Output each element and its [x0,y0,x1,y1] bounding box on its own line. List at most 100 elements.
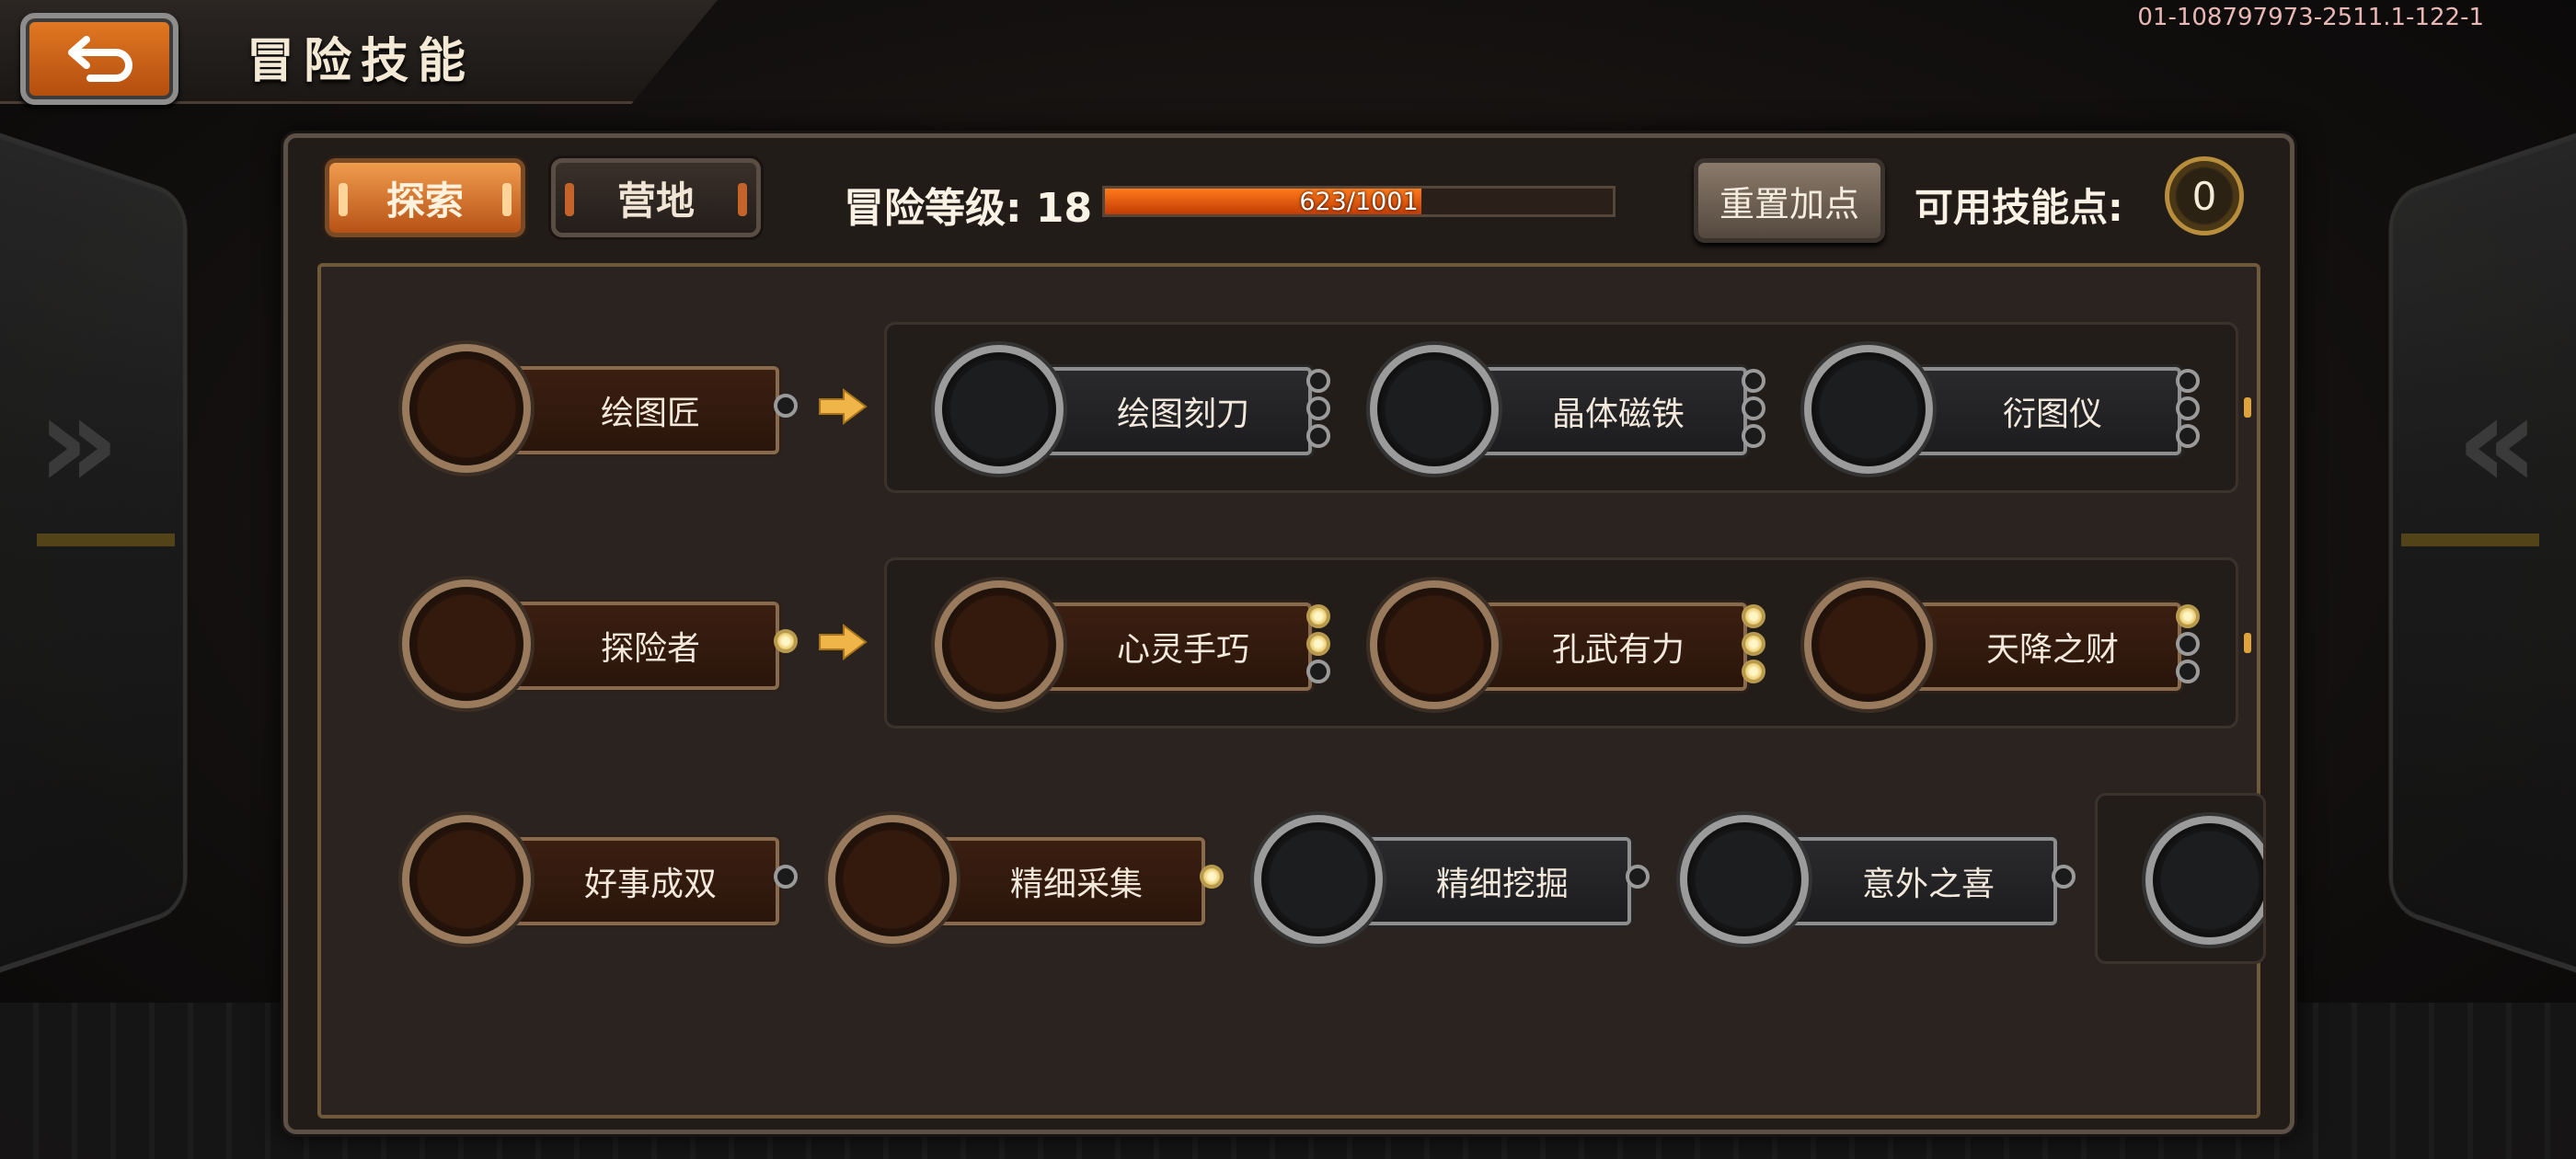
skill-branch-group-1: 绘图刻刀 晶体磁铁 衍图仪 [884,322,2238,493]
background-stripe-left [37,534,175,546]
skill-name-plate: 晶体磁铁 [1471,367,1747,455]
version-text: 01-108797973-2511.1-122-1 [2137,4,2484,31]
skill-node-mighty[interactable]: 孔武有力 [1370,580,1765,709]
skill-dot-filled [1306,632,1330,656]
page-title: 冒险技能 [247,34,476,89]
skill-icon-slot [2145,816,2263,945]
skill-dot-empty [774,394,798,418]
skill-node-fine-gathering[interactable]: 精细采集 [828,815,1224,944]
skill-level-dots [1306,604,1330,683]
right-arrow-icon [819,624,868,660]
skill-dot-empty [2176,396,2200,420]
tab-explore[interactable]: 探索 [325,158,525,237]
right-arrow-icon [819,388,868,425]
scroll-edge-marker [2244,397,2251,418]
skill-icon-slot [1680,815,1809,944]
skill-level-dots [2176,604,2200,683]
skill-level-dots [774,629,798,653]
skill-node-offscreen[interactable] [2145,816,2263,945]
skill-level-dots [2176,369,2200,448]
skill-node-double-luck[interactable]: 好事成双 [402,815,798,944]
skill-name-plate: 绘图匠 [503,366,779,454]
skill-dot-filled [1742,604,1765,628]
skill-tree-area: 绘图匠 绘图刻刀 晶体磁铁 衍图仪 探险者 心灵手巧 孔武有力 天降之财 好事成… [317,263,2266,1119]
skill-node-engraving-knife[interactable]: 绘图刻刀 [935,345,1330,474]
background-chevron-right: « [2455,368,2539,518]
background-right-door [2388,107,2576,999]
skill-dot-empty [1626,865,1650,889]
skill-icon-slot [1370,345,1499,474]
skill-dot-filled [1306,604,1330,628]
skill-dot-filled [2176,604,2200,628]
return-arrow-icon [68,36,132,82]
skill-node-explorer[interactable]: 探险者 [402,580,798,708]
available-points-value: 0 [2165,156,2244,235]
skill-level-dots [774,394,798,418]
skill-dot-filled [1742,632,1765,656]
skill-name-plate: 绘图刻刀 [1036,367,1312,455]
skill-name-plate: 天降之财 [1905,602,2181,691]
tab-camp[interactable]: 营地 [551,158,761,237]
skill-dot-empty [1742,369,1765,393]
background-chevron-left: » [37,368,121,518]
available-points-label: 可用技能点: [1915,185,2123,230]
skill-dot-empty [1306,660,1330,683]
skill-name-plate: 精细采集 [929,837,1205,925]
skill-dot-filled [1742,660,1765,683]
skill-icon-slot [402,580,531,708]
skill-name-plate: 孔武有力 [1471,602,1747,691]
skill-icon-slot [402,815,531,944]
adventure-level-label: 冒险等级: 18 [844,185,1093,232]
scroll-edge-marker [2244,633,2251,653]
skill-dot-empty [1306,396,1330,420]
xp-progress-bar: 623/1001 [1102,186,1616,217]
skill-icon-slot [1254,815,1383,944]
xp-progress-text: 623/1001 [1299,187,1419,216]
skill-icon-slot [935,345,1064,474]
skill-name-plate: 好事成双 [503,837,779,925]
skill-dot-empty [1306,424,1330,448]
skill-branch-group-2: 心灵手巧 孔武有力 天降之财 [884,557,2238,729]
skill-name-plate: 意外之喜 [1781,837,2057,925]
skill-dot-empty [1742,424,1765,448]
skills-panel: 探索 营地 冒险等级: 18 623/1001 重置加点 可用技能点: 0 绘图… [283,133,2294,1134]
back-button[interactable] [20,13,178,105]
skill-level-dots [1200,865,1224,889]
skill-dot-empty [2176,632,2200,656]
skill-level-dots [1742,369,1765,448]
skill-dot-empty [2176,660,2200,683]
skill-icon-slot [1804,345,1933,474]
skill-level-dots [1742,604,1765,683]
skill-dot-filled [1200,865,1224,889]
skill-node-unexpected-joy[interactable]: 意外之喜 [1680,815,2076,944]
skill-name-plate: 心灵手巧 [1036,602,1312,691]
skill-icon-slot [828,815,957,944]
skill-level-dots [1626,865,1650,889]
skill-node-windfall[interactable]: 天降之财 [1804,580,2200,709]
skill-dot-empty [2176,424,2200,448]
background-left-door [0,107,188,999]
skill-branch-group-3-partial [2095,793,2266,964]
skill-dot-empty [1306,369,1330,393]
skill-node-chart-instrument[interactable]: 衍图仪 [1804,345,2200,474]
skill-node-cartographer[interactable]: 绘图匠 [402,344,798,473]
skill-name-plate: 探险者 [503,602,779,690]
reset-points-button[interactable]: 重置加点 [1694,158,1885,243]
skill-dot-empty [2052,865,2076,889]
skill-level-dots [1306,369,1330,448]
skill-name-plate: 精细挖掘 [1355,837,1631,925]
skill-icon-slot [402,344,531,473]
skill-icon-slot [1804,580,1933,709]
background-stripe-right [2401,534,2539,546]
skill-dot-filled [774,629,798,653]
skill-dot-empty [774,865,798,889]
skill-icon-slot [1370,580,1499,709]
skill-name-plate: 衍图仪 [1905,367,2181,455]
skill-dot-empty [2176,369,2200,393]
skill-icon-slot [935,580,1064,709]
skill-dot-empty [1742,396,1765,420]
skill-level-dots [774,865,798,889]
skill-node-crystal-magnet[interactable]: 晶体磁铁 [1370,345,1765,474]
skill-node-dexterity[interactable]: 心灵手巧 [935,580,1330,709]
skill-node-fine-digging[interactable]: 精细挖掘 [1254,815,1650,944]
